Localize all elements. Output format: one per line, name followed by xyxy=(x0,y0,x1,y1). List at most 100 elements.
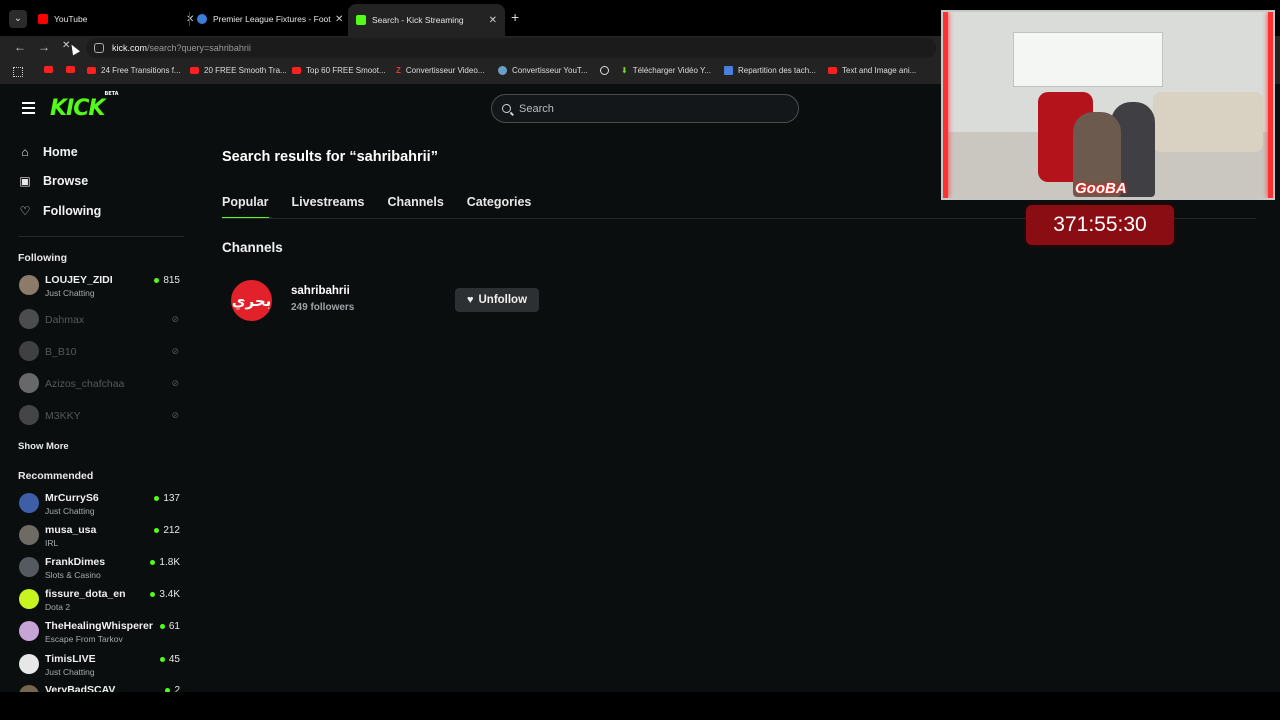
bookmark-item[interactable]: ⬇ Télécharger Vidéo Y... xyxy=(621,66,711,75)
channel-name: M3KKY xyxy=(45,410,81,422)
close-icon[interactable]: ✕ xyxy=(186,14,194,25)
browse-icon: ▣ xyxy=(19,174,31,188)
bookmark-item[interactable]: 20 FREE Smooth Tra... xyxy=(190,66,287,75)
tab-channels[interactable]: Channels xyxy=(388,195,444,219)
live-dot-icon xyxy=(159,624,165,629)
following-channel[interactable]: M3KKY ⊘ xyxy=(18,404,180,432)
sidebar-item-home[interactable]: ⌂ Home xyxy=(18,145,77,159)
viewer-count: 2 xyxy=(165,685,180,692)
recommended-channel[interactable]: MrCurryS6 Just Chatting 137 xyxy=(18,492,180,520)
tab-popular[interactable]: Popular xyxy=(222,195,269,219)
viewer-count-value: 61 xyxy=(168,621,180,632)
avatar xyxy=(19,525,39,545)
site-info-icon[interactable] xyxy=(94,43,104,53)
channel-name[interactable]: sahribahrii xyxy=(291,285,350,297)
avatar xyxy=(19,621,39,641)
live-dot-icon xyxy=(154,528,160,533)
following-channel[interactable]: Azizos_chafchaa ⊘ xyxy=(18,372,180,400)
unfollow-button[interactable]: ♥ Unfollow xyxy=(455,288,539,312)
youtube-favicon-icon xyxy=(38,14,48,24)
channel-name: Dahmax xyxy=(45,314,85,326)
live-dot-icon xyxy=(154,278,160,283)
bookmark-item[interactable]: 24 Free Transitions f... xyxy=(87,66,181,75)
recommended-channel[interactable]: fissure_dota_en Dota 2 3.4K xyxy=(18,588,180,616)
close-icon[interactable]: ✕ xyxy=(335,14,343,25)
back-icon[interactable]: ← xyxy=(14,40,26,54)
viewer-count: 3.4K xyxy=(150,589,180,600)
kick-logo[interactable]: KICKBETA xyxy=(50,91,119,121)
bookmark-label: Repartition des tach... xyxy=(738,66,816,75)
neon-border xyxy=(1268,12,1273,198)
url-field[interactable]: kick.com/search?query=sahribahrii xyxy=(86,38,936,58)
tab-categories[interactable]: Categories xyxy=(467,195,532,219)
channel-name: fissure_dota_en xyxy=(45,588,126,600)
recommended-channel[interactable]: TheHealingWhisperer Escape From Tarkov 6… xyxy=(18,620,180,648)
converter-icon xyxy=(498,66,507,75)
recommended-channel[interactable]: musa_usa IRL 212 xyxy=(18,524,180,552)
viewer-count: 137 xyxy=(154,493,180,504)
show-more-button[interactable]: Show More xyxy=(18,441,69,452)
avatar: بحري xyxy=(231,280,272,321)
bookmark-label: Text and Image ani... xyxy=(842,66,917,75)
viewer-count-value: 2 xyxy=(174,685,180,692)
home-icon: ⌂ xyxy=(21,145,29,159)
viewer-count-value: 815 xyxy=(163,275,180,286)
recommended-channel[interactable]: FrankDimes Slots & Casino 1.8K xyxy=(18,556,180,584)
avatar xyxy=(19,405,39,425)
bookmark-item[interactable] xyxy=(600,66,614,75)
viewer-count: 1.8K xyxy=(150,557,180,568)
following-channel[interactable]: LOUJEY_ZIDI Just Chatting 815 xyxy=(18,274,180,302)
youtube-icon xyxy=(44,66,53,73)
channel-name: B_B10 xyxy=(45,346,77,358)
heart-icon: ♡ xyxy=(19,204,31,218)
avatar xyxy=(19,275,39,295)
kick-favicon-icon xyxy=(356,15,366,25)
viewer-count-value: 1.8K xyxy=(159,557,180,568)
heart-filled-icon: ♥ xyxy=(466,294,474,306)
recommended-channel[interactable]: TimisLIVE Just Chatting 45 xyxy=(18,653,180,681)
avatar xyxy=(19,685,39,692)
bookmark-item[interactable]: Text and Image ani... xyxy=(828,66,916,75)
avatar xyxy=(19,589,39,609)
recommended-channel[interactable]: VeryBadSCAV 2 xyxy=(18,684,180,692)
bookmark-item[interactable] xyxy=(44,66,58,73)
offline-icon: ⊘ xyxy=(171,410,179,420)
channel-name: MrCurryS6 xyxy=(45,492,99,504)
webcam-overlay: GooBA xyxy=(941,10,1275,200)
tab-search-button[interactable]: ⌄ xyxy=(9,10,27,28)
viewer-count: 815 xyxy=(154,275,180,286)
channel-category: Just Chatting xyxy=(45,667,95,677)
channel-category: IRL xyxy=(45,538,59,548)
apps-grid-icon[interactable] xyxy=(13,67,23,77)
close-icon[interactable]: ✕ xyxy=(489,15,497,26)
live-dot-icon xyxy=(150,560,156,565)
channel-name: LOUJEY_ZIDI xyxy=(45,274,113,286)
channel-name: Azizos_chafchaa xyxy=(45,378,125,390)
bookmark-item[interactable]: Z Convertisseur Video... xyxy=(396,66,484,75)
forward-icon[interactable]: → xyxy=(38,40,50,54)
viewer-count-value: 212 xyxy=(163,525,180,536)
bookmark-label: Convertisseur YouT... xyxy=(512,66,588,75)
channel-name: TimisLIVE xyxy=(45,653,96,665)
following-channel[interactable]: Dahmax ⊘ xyxy=(18,308,180,336)
sidebar-item-browse[interactable]: ▣ Browse xyxy=(18,174,88,188)
tab-premier-league[interactable]: Premier League Fixtures - Footb ✕ xyxy=(197,8,343,30)
following-channel[interactable]: B_B10 ⊘ xyxy=(18,340,180,368)
new-tab-icon[interactable]: + xyxy=(511,9,519,25)
menu-icon[interactable] xyxy=(22,102,35,117)
bookmark-item[interactable]: Convertisseur YouT... xyxy=(498,66,588,75)
download-icon: ⬇ xyxy=(621,66,628,75)
bookmark-item[interactable]: Repartition des tach... xyxy=(724,66,816,75)
avatar xyxy=(19,654,39,674)
bookmark-item[interactable]: Top 60 FREE Smoot... xyxy=(292,66,386,75)
search-icon xyxy=(502,104,511,113)
tab-livestreams[interactable]: Livestreams xyxy=(292,195,365,219)
sidebar-item-following[interactable]: ♡ Following xyxy=(18,204,102,218)
youtube-icon xyxy=(87,67,96,74)
viewer-count: 45 xyxy=(159,654,180,665)
search-input[interactable]: Search xyxy=(491,94,799,123)
tab-title: YouTube xyxy=(54,14,88,24)
tab-kick-search[interactable]: Search - Kick Streaming ✕ xyxy=(348,4,505,36)
tab-youtube[interactable]: YouTube ✕ xyxy=(38,8,194,30)
bookmark-item[interactable] xyxy=(66,66,80,73)
